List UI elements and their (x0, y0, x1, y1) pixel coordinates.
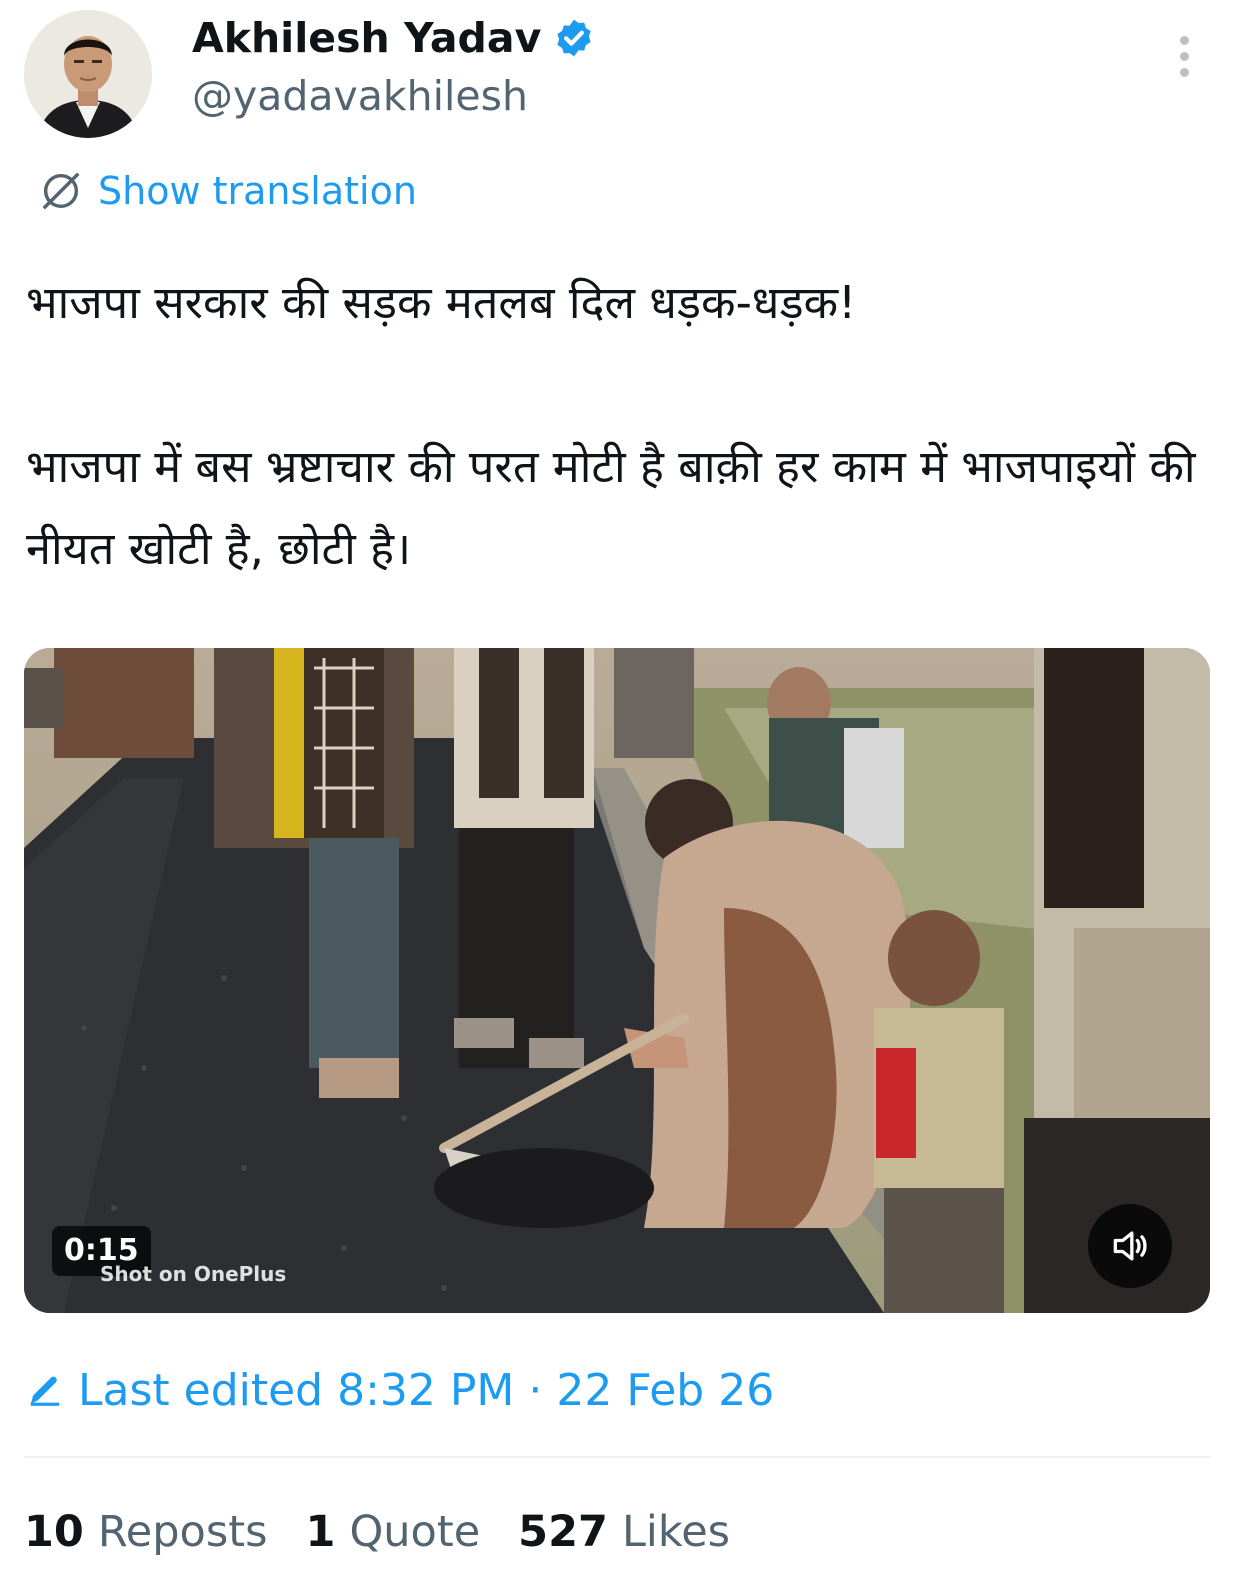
more-options-icon[interactable] (1168, 36, 1200, 84)
show-translation-link[interactable]: Show translation (38, 166, 417, 216)
mute-button[interactable] (1088, 1204, 1172, 1288)
quotes-stat[interactable]: 1 Quote (306, 1507, 481, 1557)
divider (24, 1456, 1210, 1458)
engagement-stats: 10 Reposts 1 Quote 527 Likes (24, 1502, 768, 1562)
avatar[interactable] (24, 10, 152, 138)
verified-badge-icon (553, 17, 595, 59)
tweet-text: भाजपा सरकार की सड़क मतलब दिल धड़क-धड़क! … (26, 262, 1216, 590)
video-watermark: Shot on OnePlus (100, 1262, 287, 1286)
reposts-stat[interactable]: 10 Reposts (24, 1507, 268, 1557)
reposts-count: 10 (24, 1507, 84, 1557)
tweet-paragraph: भाजपा में बस भ्रष्टाचार की परत मोटी है ब… (26, 440, 1196, 575)
reposts-label: Reposts (97, 1507, 268, 1557)
tweet-header: Akhilesh Yadav @yadavakhilesh (0, 0, 1242, 150)
likes-count: 527 (518, 1507, 608, 1557)
likes-label: Likes (621, 1507, 731, 1557)
author-name-text[interactable]: Akhilesh Yadav (192, 14, 541, 62)
video-frame (24, 648, 1210, 1313)
video-player[interactable]: 0:15 Shot on OnePlus (24, 648, 1210, 1313)
author-name[interactable]: Akhilesh Yadav (192, 14, 595, 62)
quotes-count: 1 (305, 1507, 336, 1557)
translate-icon (38, 168, 84, 214)
avatar-photo (24, 10, 152, 138)
tweet-paragraph: भाजपा सरकार की सड़क मतलब दिल धड़क-धड़क! (26, 276, 857, 329)
pencil-icon (26, 1371, 64, 1409)
likes-stat[interactable]: 527 Likes (518, 1507, 730, 1557)
last-edited-label[interactable]: Last edited 8:32 PM · 22 Feb 26 (78, 1365, 774, 1416)
last-edited-link[interactable]: Last edited 8:32 PM · 22 Feb 26 (26, 1360, 774, 1420)
author-handle[interactable]: @yadavakhilesh (192, 72, 528, 120)
quotes-label: Quote (349, 1507, 481, 1557)
show-translation-label[interactable]: Show translation (98, 169, 417, 213)
speaker-muted-icon (1108, 1224, 1152, 1268)
